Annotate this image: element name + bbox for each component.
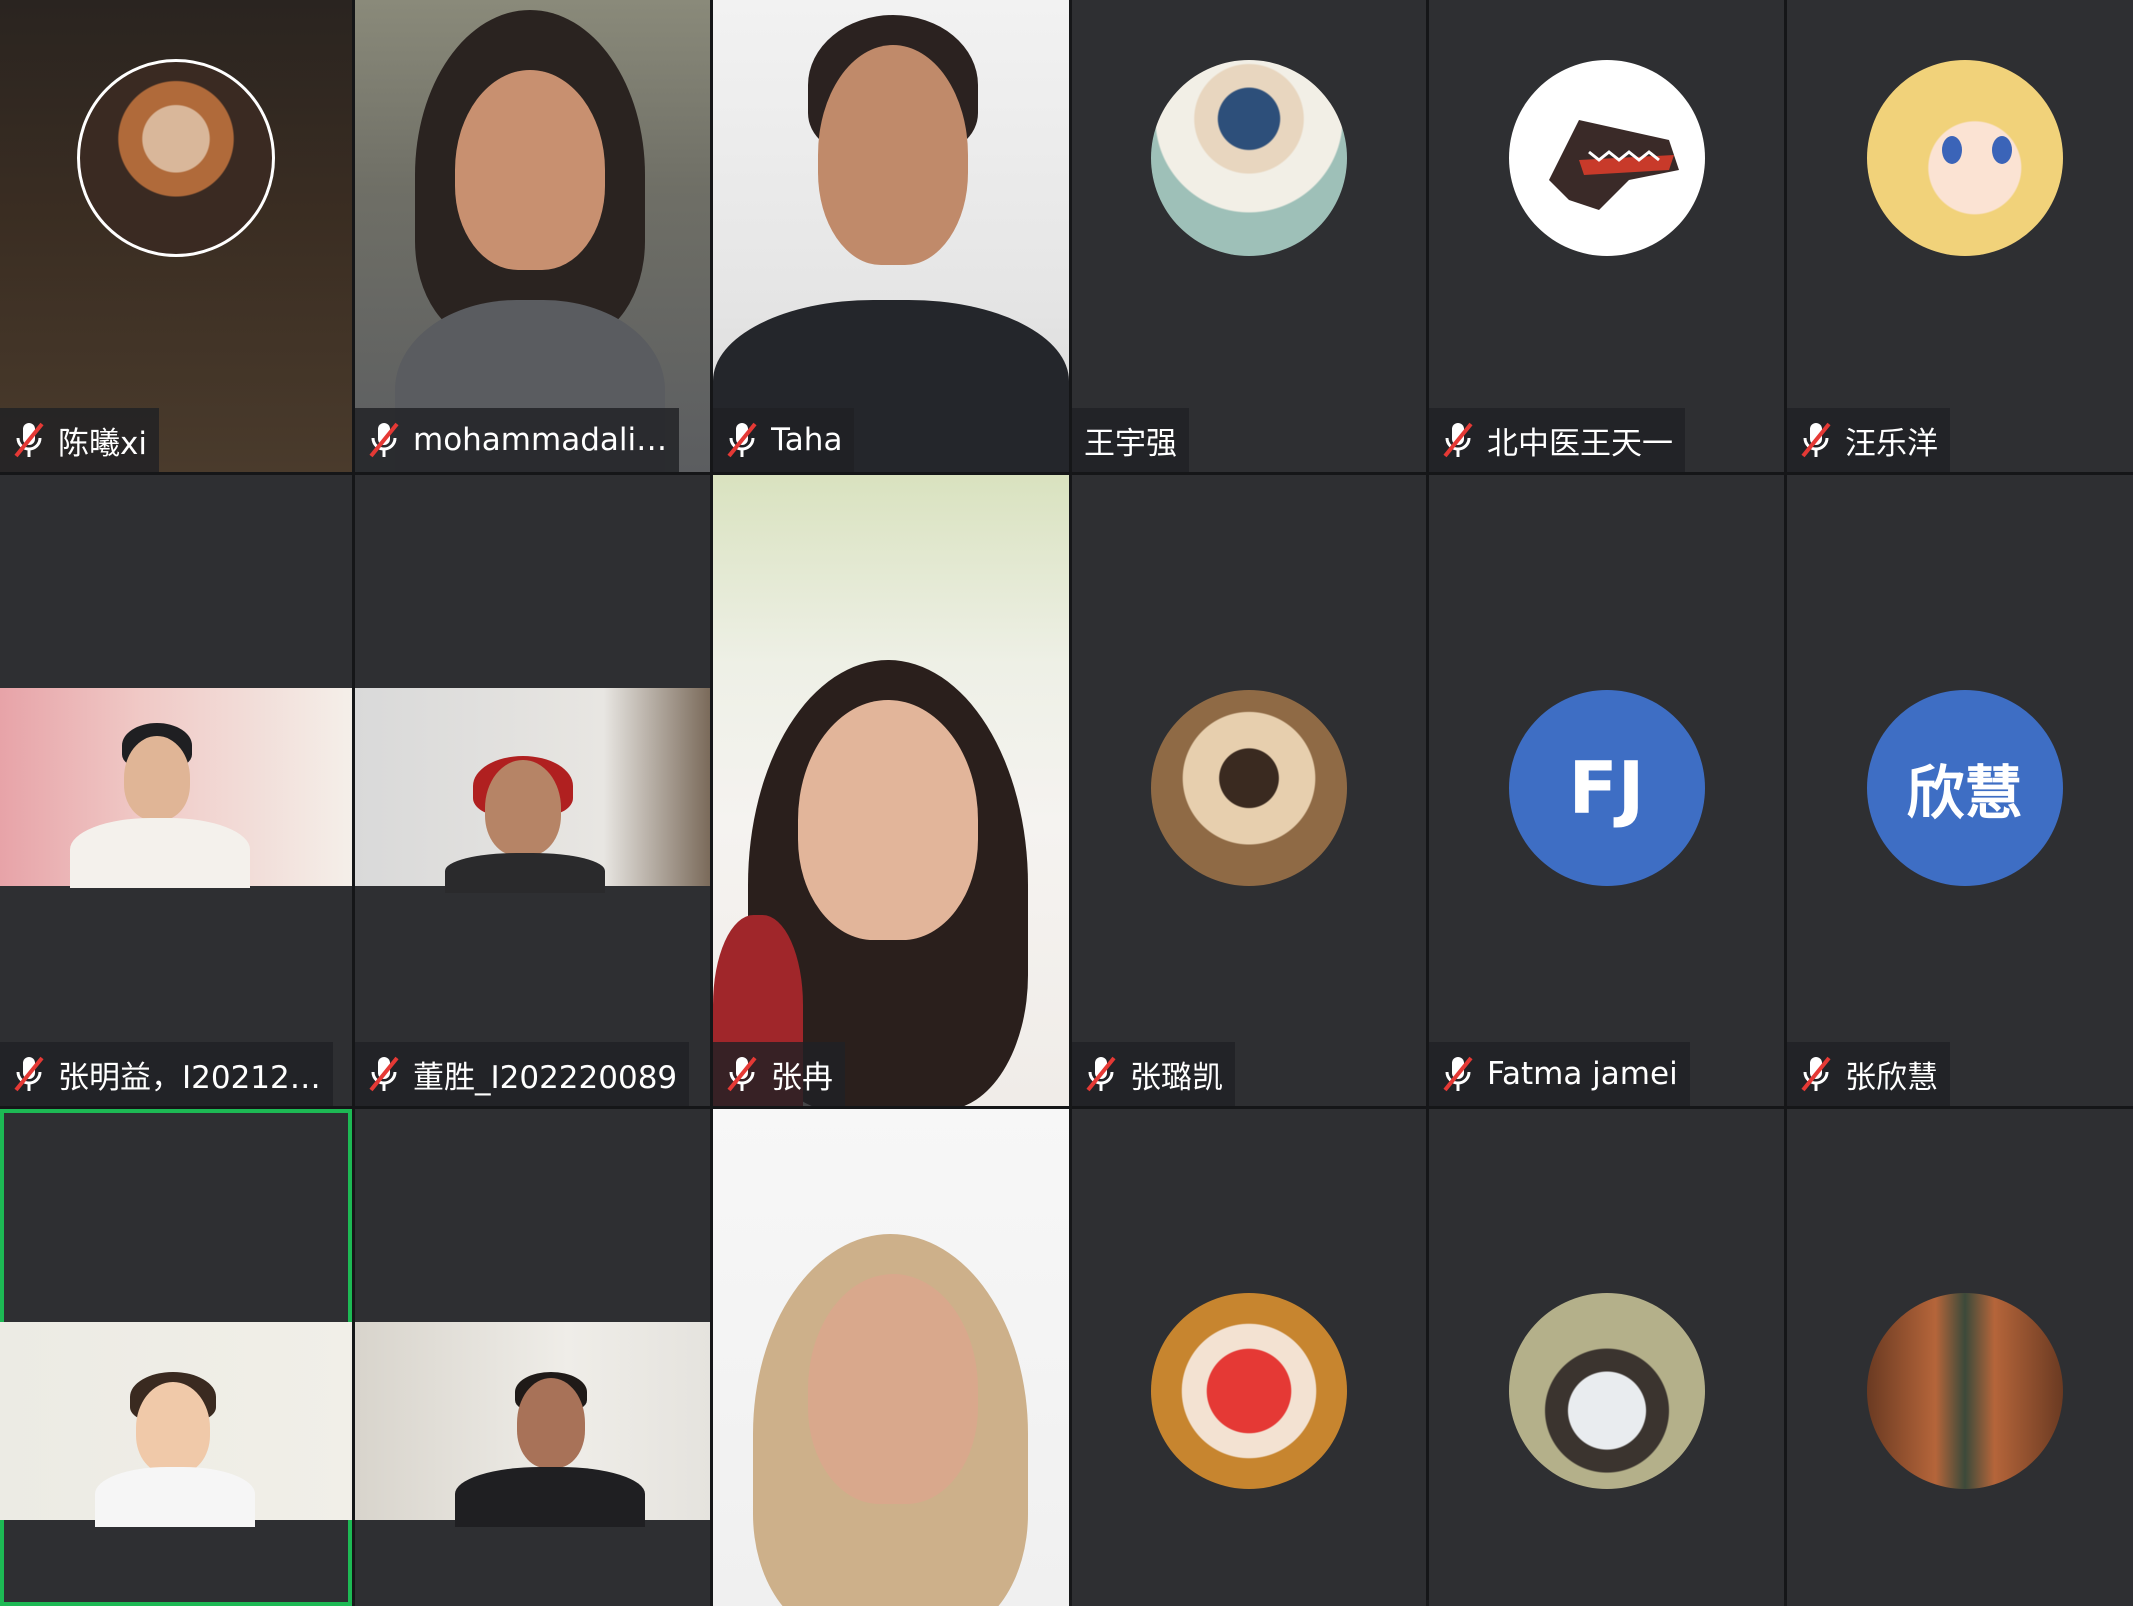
participant-tile[interactable] [355,1109,710,1606]
participant-tile[interactable]: 汪乐洋 [1787,0,2133,472]
participant-avatar: 欣慧 [1866,690,2063,886]
name-tag: 北中医王天一 [1429,408,1685,472]
video-feed [0,688,352,888]
name-tag: 张欣慧 [1787,1042,1950,1106]
participant-name: 张欣慧 [1845,1059,1938,1096]
participant-avatar [1151,690,1347,886]
name-tag: 张璐凯 [1072,1042,1235,1106]
participant-name: 张璐凯 [1130,1059,1223,1096]
video-feed [713,0,1069,472]
participant-tile[interactable] [1429,1109,1784,1606]
mic-off-icon [369,1056,399,1092]
video-feed [713,1109,1069,1606]
participant-name: 北中医王天一 [1487,425,1673,462]
mic-off-icon [1801,1056,1831,1092]
name-tag: 汪乐洋 [1787,408,1950,472]
participant-tile[interactable]: 张冉 [713,475,1069,1106]
participant-tile[interactable]: 董胜_I202220089 [355,475,710,1106]
mic-off-icon [14,422,44,458]
mic-off-icon [1086,1056,1116,1092]
participant-avatar [1866,1293,2063,1489]
participant-tile[interactable]: 陈曦xi [0,0,352,472]
name-tag: mohammadali… [355,408,680,472]
participant-tile[interactable] [713,1109,1069,1606]
name-tag: Taha [713,408,855,472]
participant-name: 汪乐洋 [1845,425,1938,462]
participant-avatar [1508,60,1705,256]
participant-tile[interactable] [1072,1109,1426,1606]
name-tag: 王宇强 [1072,408,1189,472]
name-tag: 张冉 [713,1042,845,1106]
participant-avatar [1866,60,2063,256]
name-tag: Fatma jamei [1429,1042,1690,1106]
participant-name: 王宇强 [1084,425,1177,462]
video-feed [355,0,710,472]
participant-tile[interactable]: 欣慧 张欣慧 [1787,475,2133,1106]
participant-name: 陈曦xi [58,425,147,462]
name-tag: 张明益，I20212… [0,1042,333,1106]
participant-avatar [1151,1293,1347,1489]
mic-off-icon [14,1056,44,1092]
avatar-initials: FJ [1568,746,1645,830]
mic-off-icon [727,422,757,458]
mic-off-icon [369,422,399,458]
mic-off-icon [1801,422,1831,458]
participant-grid: 陈曦xi mohammadali… Taha 王宇强 北中医王天一 汪乐洋 张明… [0,0,2133,1606]
name-tag: 董胜_I202220089 [355,1042,690,1106]
avatar-initials: 欣慧 [1906,759,2023,827]
participant-avatar [77,59,275,257]
participant-avatar [1508,1293,1705,1489]
mic-off-icon [1443,422,1473,458]
participant-tile-active-speaker[interactable] [0,1109,352,1606]
participant-tile[interactable]: 北中医王天一 [1429,0,1784,472]
participant-tile[interactable]: 张明益，I20212… [0,475,352,1106]
participant-name: 董胜_I202220089 [413,1059,678,1096]
participant-name: 张明益，I20212… [58,1059,321,1096]
participant-tile[interactable]: Taha [713,0,1069,472]
participant-name: Taha [771,422,843,458]
participant-avatar [1151,60,1347,256]
video-feed [355,688,710,893]
mic-off-icon [1443,1056,1473,1092]
video-feed [355,1322,710,1527]
video-feed [713,475,1069,1106]
participant-name: 张冉 [771,1059,833,1096]
participant-tile[interactable]: 张璐凯 [1072,475,1426,1106]
video-feed [0,1322,352,1527]
mic-off-icon [727,1056,757,1092]
participant-avatar: FJ [1508,690,1705,886]
participant-tile[interactable]: mohammadali… [355,0,710,472]
participant-tile[interactable]: FJ Fatma jamei [1429,475,1784,1106]
participant-tile[interactable] [1787,1109,2133,1606]
name-tag: 陈曦xi [0,408,159,472]
participant-name: mohammadali… [413,422,668,458]
participant-tile[interactable]: 王宇强 [1072,0,1426,472]
participant-name: Fatma jamei [1487,1056,1678,1092]
